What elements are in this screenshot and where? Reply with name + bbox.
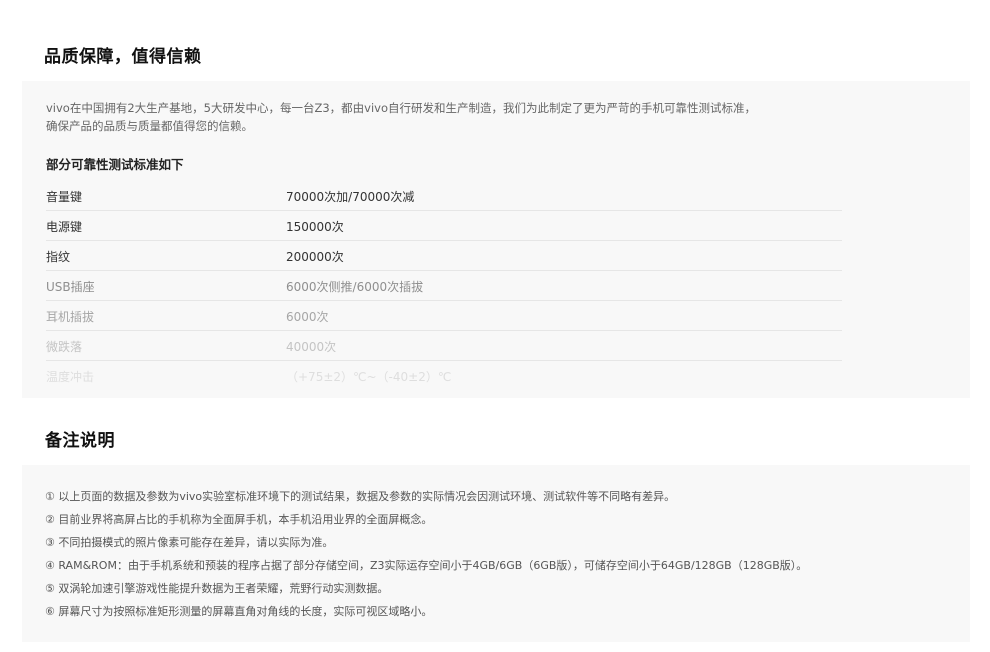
notes-section-title: 备注说明 <box>45 431 115 451</box>
table-row: 微跌落 40000次 <box>46 331 842 361</box>
standard-value: 6000次侧推/6000次插拔 <box>286 280 424 294</box>
quality-panel: vivo在中国拥有2大生产基地，5大研发中心，每一台Z3，都由vivo自行研发和… <box>22 81 970 398</box>
standard-item: 指纹 <box>46 250 71 264</box>
table-row: 电源键 150000次 <box>46 211 842 241</box>
standard-item: 电源键 <box>46 220 83 234</box>
list-item: ① 以上页面的数据及参数为vivo实验室标准环境下的测试结果，数据及参数的实际情… <box>45 490 676 503</box>
list-item: ④ RAM&ROM：由于手机系统和预装的程序占据了部分存储空间，Z3实际运存空间… <box>45 559 808 572</box>
standard-item: 音量键 <box>46 190 83 204</box>
list-item: ⑥ 屏幕尺寸为按照标准矩形测量的屏幕直角对角线的长度，实际可视区域略小。 <box>45 605 433 618</box>
list-item: ② 目前业界将高屏占比的手机称为全面屏手机，本手机沿用业界的全面屏概念。 <box>45 513 433 526</box>
standard-value: 200000次 <box>286 250 344 264</box>
standard-item: 耳机插拔 <box>46 310 95 324</box>
list-item: ③ 不同拍摄模式的照片像素可能存在差异，请以实际为准。 <box>45 536 334 549</box>
standard-item: 温度冲击 <box>46 370 95 384</box>
standard-value: 150000次 <box>286 220 344 234</box>
standard-item: USB插座 <box>46 280 95 294</box>
standard-value: （+75±2）℃~（-40±2）℃ <box>286 370 452 384</box>
quality-intro: vivo在中国拥有2大生产基地，5大研发中心，每一台Z3，都由vivo自行研发和… <box>46 99 926 135</box>
list-item: ⑤ 双涡轮加速引擎游戏性能提升数据为王者荣耀，荒野行动实测数据。 <box>45 582 389 595</box>
table-row: 音量键 70000次加/70000次减 <box>46 181 842 211</box>
quality-intro-line-1: vivo在中国拥有2大生产基地，5大研发中心，每一台Z3，都由vivo自行研发和… <box>46 101 757 115</box>
standard-item: 微跌落 <box>46 340 83 354</box>
standards-table: 音量键 70000次加/70000次减 电源键 150000次 指纹 20000… <box>46 181 842 391</box>
table-row: 指纹 200000次 <box>46 241 842 271</box>
standards-heading: 部分可靠性测试标准如下 <box>46 157 184 172</box>
quality-section-title: 品质保障，值得信赖 <box>44 47 202 67</box>
table-row: USB插座 6000次侧推/6000次插拔 <box>46 271 842 301</box>
table-row: 耳机插拔 6000次 <box>46 301 842 331</box>
notes-list: ① 以上页面的数据及参数为vivo实验室标准环境下的测试结果，数据及参数的实际情… <box>45 485 807 623</box>
quality-intro-line-2: 确保产品的品质与质量都值得您的信赖。 <box>46 119 253 133</box>
standard-value: 6000次 <box>286 310 329 324</box>
standard-value: 40000次 <box>286 340 337 354</box>
notes-panel: ① 以上页面的数据及参数为vivo实验室标准环境下的测试结果，数据及参数的实际情… <box>22 465 970 642</box>
table-row: 温度冲击 （+75±2）℃~（-40±2）℃ <box>46 361 842 391</box>
standard-value: 70000次加/70000次减 <box>286 190 415 204</box>
